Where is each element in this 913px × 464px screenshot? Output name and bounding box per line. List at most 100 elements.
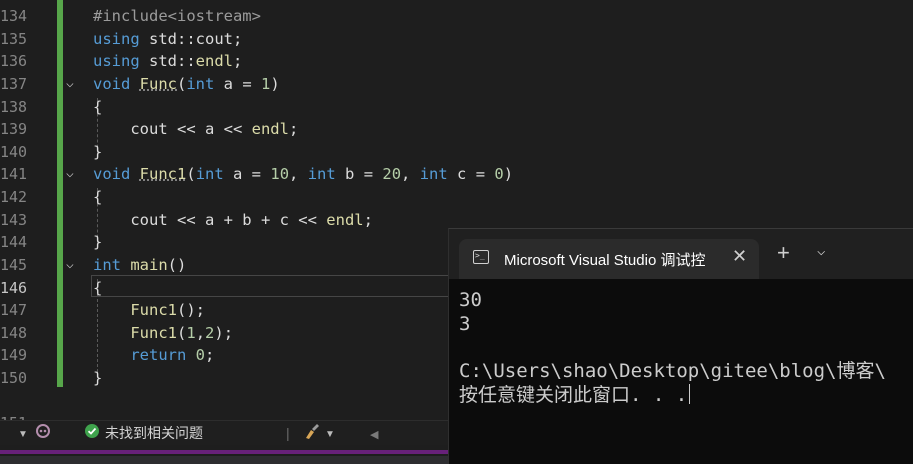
code-token: using xyxy=(93,52,140,70)
chevron-down-icon[interactable]: ⌵ xyxy=(817,243,825,259)
code-token: Func xyxy=(139,75,177,93)
code-line[interactable]: int main() xyxy=(93,254,186,277)
code-token: main xyxy=(130,256,168,274)
scroll-left-icon[interactable]: ◀ xyxy=(370,425,378,445)
code-token: 2 xyxy=(205,324,215,342)
terminal-icon: >_ xyxy=(473,250,489,264)
line-number: 136 xyxy=(0,52,28,70)
code-token: cout << a << xyxy=(93,120,252,138)
code-line[interactable]: } xyxy=(93,141,102,164)
fold-chevron-icon[interactable]: ⌵ xyxy=(66,73,74,96)
code-token: <iostream> xyxy=(167,7,261,25)
line-number: 143 xyxy=(0,211,28,229)
code-line[interactable]: Func1(); xyxy=(93,299,205,322)
check-circle-icon xyxy=(84,423,100,444)
code-token: } xyxy=(93,369,103,387)
code-token: c = xyxy=(447,165,495,183)
code-token: 1 xyxy=(261,75,271,93)
line-number: 138 xyxy=(0,98,28,116)
code-token: Func1 xyxy=(130,324,177,342)
code-line[interactable]: void Func(int a = 1) xyxy=(93,73,280,96)
code-line[interactable]: cout << a << endl; xyxy=(93,118,298,141)
code-token: 0 xyxy=(195,346,206,364)
line-number: 144 xyxy=(0,233,28,251)
code-token: cout << a + b + c << xyxy=(93,211,327,229)
code-token: Func1 xyxy=(130,301,177,319)
code-line[interactable]: return 0; xyxy=(93,344,214,367)
line-number-active: 146 xyxy=(0,279,28,297)
code-line[interactable]: using std::endl; xyxy=(93,50,242,73)
code-token: a = xyxy=(214,75,262,93)
code-token: ) xyxy=(503,165,514,183)
code-line[interactable]: cout << a + b + c << endl; xyxy=(93,209,373,232)
code-token: Func1 xyxy=(139,165,187,183)
dropdown-arrow-icon[interactable]: ▼ xyxy=(18,425,28,445)
code-token: int xyxy=(186,75,215,93)
line-number: 150 xyxy=(0,369,28,387)
code-token: a = xyxy=(223,165,271,183)
fold-chevron-icon[interactable]: ⌵ xyxy=(66,163,74,186)
terminal-tab[interactable]: >_ Microsoft Visual Studio 调试控 ✕ xyxy=(459,239,759,279)
bottom-panel-strip xyxy=(0,456,448,464)
new-tab-button[interactable]: + xyxy=(777,242,790,264)
code-token: () xyxy=(167,256,187,274)
code-token: ( xyxy=(177,75,187,93)
brush-cleanup-icon[interactable] xyxy=(302,422,322,445)
line-number: 149 xyxy=(0,346,28,364)
line-number: 142 xyxy=(0,188,28,206)
issues-status-text[interactable]: 未找到相关问题 xyxy=(105,423,203,443)
code-line[interactable]: { xyxy=(93,186,102,209)
code-line[interactable]: } xyxy=(93,367,102,390)
code-token: 10 xyxy=(270,165,290,183)
line-number: 139 xyxy=(0,120,28,138)
code-token: endl xyxy=(326,211,364,229)
line-number: 134 xyxy=(0,7,28,25)
close-icon[interactable]: ✕ xyxy=(732,246,747,267)
line-number: 135 xyxy=(0,30,28,48)
code-token: 20 xyxy=(382,165,402,183)
code-token: (); xyxy=(177,301,205,319)
line-number: 147 xyxy=(0,301,28,319)
code-line[interactable]: Func1(1,2); xyxy=(93,322,233,345)
terminal-prompt-text: 按任意键关闭此窗口. . . xyxy=(459,384,688,406)
code-line-active[interactable]: { xyxy=(93,277,102,300)
copilot-icon[interactable] xyxy=(34,422,52,445)
code-token: } xyxy=(93,233,103,251)
code-token: 0 xyxy=(494,165,504,183)
terminal-output-line: C:\Users\shao\Desktop\gitee\blog\博客\ xyxy=(459,360,886,382)
code-line[interactable]: } xyxy=(93,231,102,254)
terminal-window[interactable]: >_ Microsoft Visual Studio 调试控 ✕ + ⌵ 30 … xyxy=(448,228,913,464)
code-line[interactable]: #include<iostream> xyxy=(93,5,261,28)
code-token: endl xyxy=(195,52,233,70)
code-token: using xyxy=(93,30,140,48)
line-number-gutter: 134 135 136 137 138 139 140 141 142 143 … xyxy=(0,0,36,420)
code-token: ) xyxy=(270,75,280,93)
fold-chevron-icon[interactable]: ⌵ xyxy=(66,254,74,277)
code-token: , xyxy=(195,324,206,342)
code-token: ; xyxy=(363,211,373,229)
change-indicator-bar xyxy=(57,0,63,387)
divider: | xyxy=(286,425,290,441)
tab-title: Microsoft Visual Studio 调试控 xyxy=(504,252,706,269)
code-token: int xyxy=(307,165,336,183)
code-token: b = xyxy=(335,165,383,183)
code-token: endl xyxy=(251,120,289,138)
code-line[interactable]: void Func1(int a = 10, int b = 20, int c… xyxy=(93,163,513,186)
dropdown-arrow-icon[interactable]: ▼ xyxy=(325,425,335,445)
line-number: 140 xyxy=(0,143,28,161)
code-token: } xyxy=(93,143,103,161)
code-token: ; xyxy=(288,120,299,138)
code-line[interactable]: { xyxy=(93,96,102,119)
code-token: int xyxy=(93,256,121,274)
code-line[interactable]: using std::cout; xyxy=(93,28,242,51)
code-token: ; xyxy=(233,52,243,70)
code-token: { xyxy=(93,188,103,206)
line-number: 137 xyxy=(0,75,28,93)
code-token: int xyxy=(419,165,448,183)
code-token: { xyxy=(93,279,103,297)
terminal-output-line: 3 xyxy=(459,313,471,335)
code-token: void xyxy=(93,165,131,183)
terminal-output-line: 30 xyxy=(459,289,482,311)
code-token: , xyxy=(289,165,308,183)
